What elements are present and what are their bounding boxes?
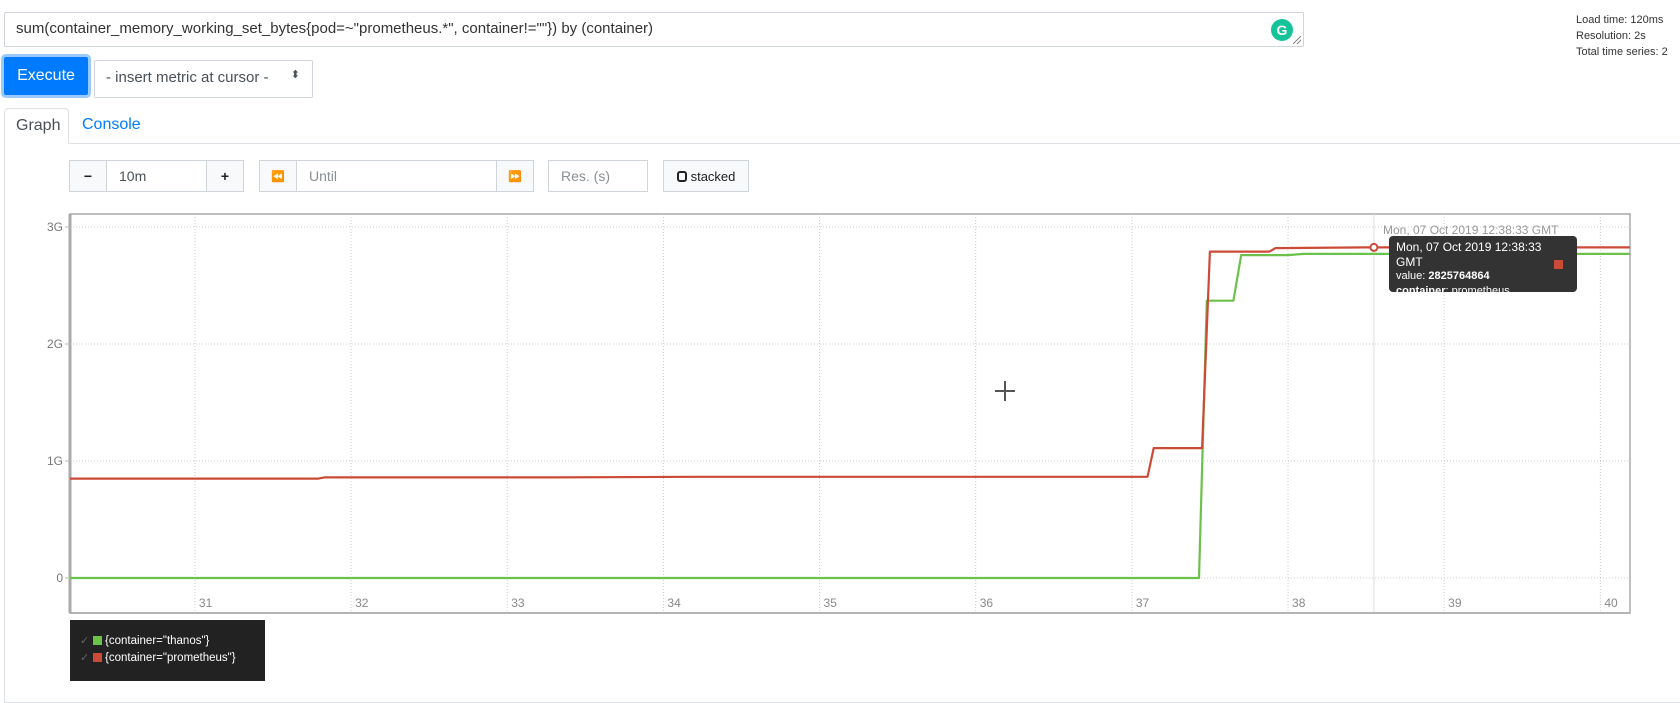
- insert-metric-select-value: - insert metric at cursor -: [106, 69, 269, 86]
- range-increase-button[interactable]: +: [206, 160, 244, 192]
- fast-forward-icon: ⏩: [508, 170, 522, 183]
- tooltip-label: container: prometheus: [1396, 284, 1510, 297]
- checkbox-icon: [676, 170, 687, 182]
- check-icon: ✓: [80, 635, 90, 647]
- range-decrease-button[interactable]: −: [69, 160, 107, 192]
- tooltip-date: Mon, 07 Oct 2019 12:38:33 GMT: [1396, 240, 1542, 269]
- tooltip-value: value: 2825764864: [1396, 270, 1490, 282]
- resize-handle-icon[interactable]: [1293, 36, 1301, 44]
- stacked-label: stacked: [690, 168, 736, 184]
- stacked-toggle-button[interactable]: stacked: [663, 160, 749, 192]
- resolution-input[interactable]: Res. (s): [548, 160, 648, 192]
- grammarly-icon[interactable]: G: [1271, 19, 1293, 41]
- expression-text: sum(container_memory_working_set_bytes{p…: [16, 20, 654, 37]
- query-stats: Load time: 120ms Resolution: 2s Total ti…: [1576, 12, 1672, 60]
- tab-console[interactable]: Console: [71, 108, 152, 144]
- legend-swatch-thanos: [93, 636, 102, 645]
- until-input[interactable]: Until: [296, 160, 497, 192]
- hover-time-label: Mon, 07 Oct 2019 12:38:33 GMT: [1383, 223, 1559, 237]
- hover-tooltip: Mon, 07 Oct 2019 12:38:33 GMT value: 282…: [1389, 236, 1577, 297]
- crosshair-cursor-icon: [995, 381, 1015, 401]
- check-icon: ✓: [80, 652, 90, 664]
- resolution: Resolution: 2s: [1576, 30, 1646, 42]
- select-caret-icon: ⬍: [290, 69, 300, 81]
- tooltip-value-number: 2825764864: [1428, 270, 1490, 282]
- legend-label-prometheus: {container="prometheus"}: [105, 651, 236, 664]
- total-time-series: Total time series: 2: [1576, 46, 1668, 58]
- load-time: Load time: 120ms: [1576, 14, 1664, 26]
- legend-swatch-prometheus: [93, 653, 102, 662]
- chart-legend: ✓ {container="thanos"} ✓ {container="pro…: [70, 620, 265, 681]
- range-input[interactable]: 10m: [106, 160, 207, 192]
- tab-graph[interactable]: Graph: [4, 108, 69, 144]
- legend-item-thanos[interactable]: ✓ {container="thanos"}: [80, 632, 255, 649]
- time-back-button[interactable]: ⏪: [259, 160, 297, 192]
- execute-button[interactable]: Execute: [4, 57, 88, 95]
- insert-metric-select[interactable]: - insert metric at cursor - ⬍: [94, 60, 313, 98]
- legend-item-prometheus[interactable]: ✓ {container="prometheus"}: [80, 649, 255, 666]
- expression-input[interactable]: sum(container_memory_working_set_bytes{p…: [4, 12, 1304, 47]
- rewind-icon: ⏪: [271, 170, 285, 183]
- tooltip-series-swatch: [1554, 260, 1563, 269]
- legend-label-thanos: {container="thanos"}: [105, 634, 210, 647]
- time-forward-button[interactable]: ⏩: [496, 160, 534, 192]
